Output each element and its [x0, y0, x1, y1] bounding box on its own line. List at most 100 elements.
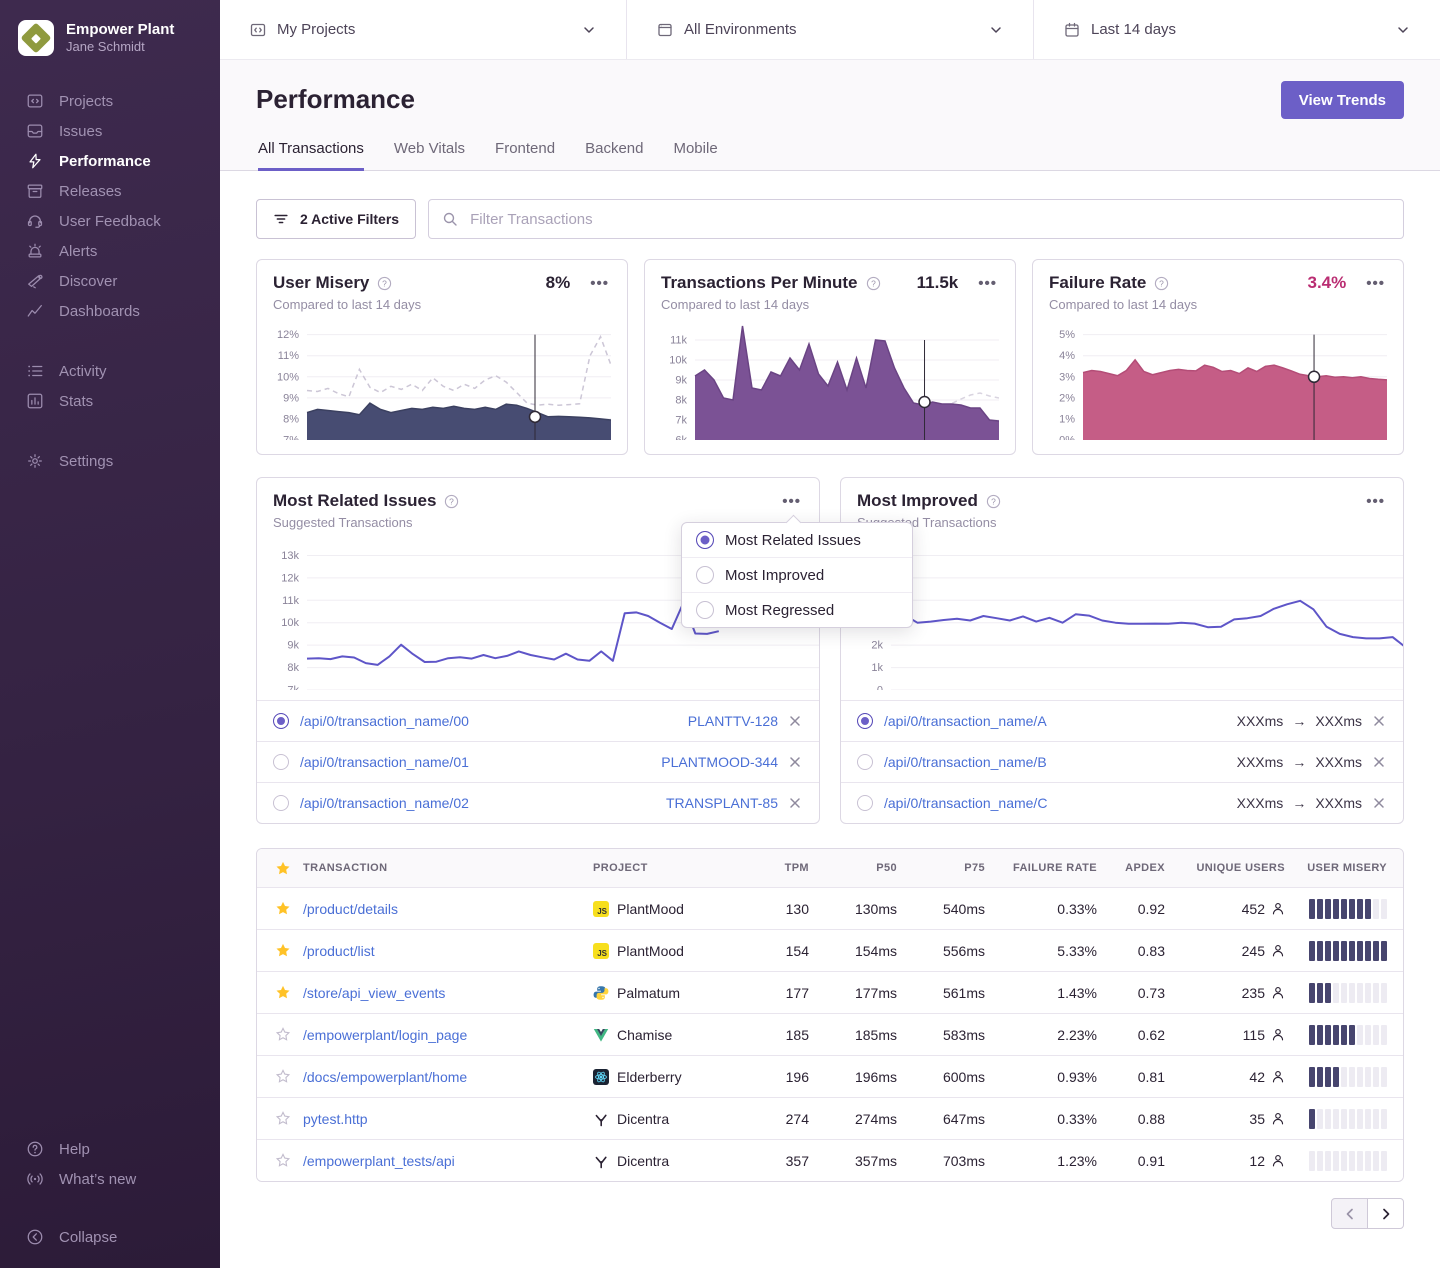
svg-text:13k: 13k: [281, 550, 299, 562]
card-menu-button[interactable]: •••: [1364, 275, 1387, 292]
card-menu-button[interactable]: •••: [1364, 493, 1387, 510]
radio-unselected[interactable]: [696, 566, 714, 584]
transaction-link[interactable]: /empowerplant/login_page: [303, 1027, 467, 1043]
org-switcher[interactable]: Empower Plant Jane Schmidt: [0, 0, 220, 70]
menu-item-most-related-issues[interactable]: Most Related Issues: [682, 523, 912, 557]
tab-mobile[interactable]: Mobile: [673, 140, 717, 171]
sidebar-item-performance[interactable]: Performance: [0, 146, 220, 176]
radio-selected[interactable]: [857, 713, 873, 729]
remove-row-button[interactable]: [787, 795, 803, 811]
project-link[interactable]: Palmatum: [617, 985, 680, 1001]
menu-item-most-improved[interactable]: Most Improved: [682, 557, 912, 592]
star-toggle-button[interactable]: [275, 1153, 291, 1168]
radio-unselected[interactable]: [696, 601, 714, 619]
project-link[interactable]: PlantMood: [617, 901, 684, 917]
transaction-link[interactable]: /api/0/transaction_name/00: [300, 713, 469, 729]
sidebar-item-activity[interactable]: Activity: [0, 356, 220, 386]
remove-row-button[interactable]: [787, 754, 803, 770]
sidebar-item-discover[interactable]: Discover: [0, 266, 220, 296]
sidebar-item-settings[interactable]: Settings: [0, 446, 220, 476]
remove-row-button[interactable]: [1371, 713, 1387, 729]
next-page-button[interactable]: [1367, 1198, 1404, 1229]
tab-backend[interactable]: Backend: [585, 140, 643, 171]
date-range-selector[interactable]: Last 14 days: [1034, 0, 1440, 59]
sidebar-item-issues[interactable]: Issues: [0, 116, 220, 146]
failure-rate-chart[interactable]: 5%4%3%2%1%0%: [1049, 322, 1387, 440]
issue-tag-link[interactable]: TRANSPLANT-85: [666, 795, 778, 811]
project-link[interactable]: Elderberry: [617, 1069, 682, 1085]
radio-selected[interactable]: [696, 531, 714, 549]
project-link[interactable]: Dicentra: [617, 1153, 669, 1169]
issue-tag-link[interactable]: PLANTTV-128: [688, 713, 778, 729]
project-selector[interactable]: My Projects: [220, 0, 627, 59]
radio-unselected[interactable]: [273, 754, 289, 770]
radio-unselected[interactable]: [273, 795, 289, 811]
help-icon[interactable]: ?: [444, 494, 459, 509]
previous-page-button[interactable]: [1331, 1198, 1368, 1229]
card-menu-button[interactable]: •••: [780, 493, 803, 510]
sidebar-item-alerts[interactable]: Alerts: [0, 236, 220, 266]
star-toggle-button[interactable]: [275, 1111, 291, 1126]
star-toggle-button[interactable]: [275, 943, 291, 958]
failure-rate-value: 5.33%: [985, 943, 1097, 959]
search-input[interactable]: [468, 210, 1390, 229]
help-icon[interactable]: ?: [866, 276, 881, 291]
svg-text:9k: 9k: [675, 375, 687, 387]
sidebar-item-help[interactable]: Help: [0, 1134, 220, 1164]
environment-selector[interactable]: All Environments: [627, 0, 1034, 59]
transaction-link[interactable]: /docs/empowerplant/home: [303, 1069, 467, 1085]
most-improved-chart[interactable]: 2k1k0: [841, 542, 1403, 690]
help-icon[interactable]: ?: [1154, 276, 1169, 291]
sidebar-item-stats[interactable]: Stats: [0, 386, 220, 416]
sidebar-item-releases[interactable]: Releases: [0, 176, 220, 206]
remove-row-button[interactable]: [787, 713, 803, 729]
transaction-link[interactable]: /store/api_view_events: [303, 985, 445, 1001]
transaction-link[interactable]: pytest.http: [303, 1111, 368, 1127]
tab-all-transactions[interactable]: All Transactions: [258, 140, 364, 171]
radio-unselected[interactable]: [857, 754, 873, 770]
sidebar-item-user-feedback[interactable]: User Feedback: [0, 206, 220, 236]
sidebar-collapse-button[interactable]: Collapse: [0, 1222, 220, 1252]
issue-tag-link[interactable]: PLANTMOOD-344: [661, 754, 778, 770]
menu-item-most-regressed[interactable]: Most Regressed: [682, 592, 912, 627]
transaction-link[interactable]: /product/list: [303, 943, 375, 959]
card-menu-button[interactable]: •••: [588, 275, 611, 292]
remove-row-button[interactable]: [1371, 795, 1387, 811]
star-toggle-button[interactable]: [275, 901, 291, 916]
star-toggle-button[interactable]: [275, 1027, 291, 1042]
star-toggle-button[interactable]: [275, 985, 291, 1000]
p50-value: 274ms: [809, 1111, 897, 1127]
duration-after: XXXms: [1315, 795, 1362, 811]
user-misery-chart[interactable]: 12%11%10%9%8%7%: [273, 322, 611, 440]
environment-icon: [657, 22, 673, 38]
help-icon[interactable]: ?: [986, 494, 1001, 509]
unique-users-value: 452: [1242, 901, 1265, 917]
help-icon[interactable]: ?: [377, 276, 392, 291]
active-filters-button[interactable]: 2 Active Filters: [256, 199, 416, 239]
tab-frontend[interactable]: Frontend: [495, 140, 555, 171]
transaction-link[interactable]: /api/0/transaction_name/C: [884, 795, 1047, 811]
remove-row-button[interactable]: [1371, 754, 1387, 770]
card-menu-button[interactable]: •••: [976, 275, 999, 292]
project-link[interactable]: Dicentra: [617, 1111, 669, 1127]
transaction-link[interactable]: /api/0/transaction_name/02: [300, 795, 469, 811]
user-icon: [1271, 901, 1285, 916]
transaction-link[interactable]: /empowerplant_tests/api: [303, 1153, 455, 1169]
sidebar-item-what-s-new[interactable]: What’s new: [0, 1164, 220, 1194]
transaction-link[interactable]: /api/0/transaction_name/01: [300, 754, 469, 770]
tpm-chart[interactable]: 11k10k9k8k7k6k: [661, 322, 999, 440]
project-link[interactable]: Chamise: [617, 1027, 672, 1043]
star-toggle-button[interactable]: [275, 1069, 291, 1084]
project-link[interactable]: PlantMood: [617, 943, 684, 959]
transaction-link[interactable]: /api/0/transaction_name/B: [884, 754, 1047, 770]
transaction-link[interactable]: /api/0/transaction_name/A: [884, 713, 1047, 729]
transaction-link[interactable]: /product/details: [303, 901, 398, 917]
radio-selected[interactable]: [273, 713, 289, 729]
view-trends-button[interactable]: View Trends: [1281, 81, 1404, 119]
tpm-value: 154: [745, 943, 809, 959]
tab-web-vitals[interactable]: Web Vitals: [394, 140, 465, 171]
star-column-header[interactable]: [257, 861, 303, 876]
sidebar-item-projects[interactable]: Projects: [0, 86, 220, 116]
sidebar-item-dashboards[interactable]: Dashboards: [0, 296, 220, 326]
radio-unselected[interactable]: [857, 795, 873, 811]
